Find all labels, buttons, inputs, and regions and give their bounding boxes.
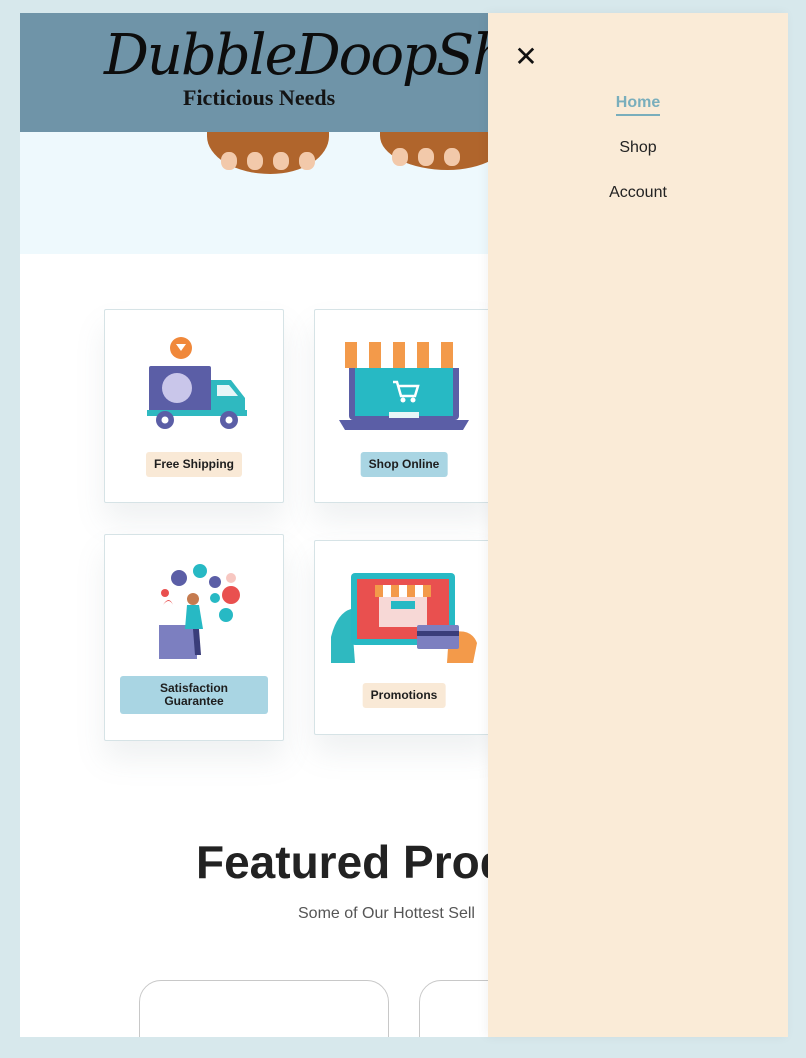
dog-paw-left-image xyxy=(207,132,329,174)
nav-item-account[interactable]: Account xyxy=(488,184,788,204)
nav-item-shop[interactable]: Shop xyxy=(488,139,788,159)
featured-products-subtitle: Some of Our Hottest Sell xyxy=(298,905,475,922)
feature-label-promotions: Promotions xyxy=(362,683,446,708)
feature-label-free-shipping: Free Shipping xyxy=(145,452,243,477)
nav-drawer: ✕ Home Shop Account xyxy=(488,13,788,1037)
nav-item-label: Account xyxy=(609,184,667,201)
feature-label-shop-online: Shop Online xyxy=(360,452,448,477)
logo-subtitle: Ficticious Needs xyxy=(183,85,336,110)
nav-item-home[interactable]: Home xyxy=(488,94,788,116)
feature-card-free-shipping: Free Shipping xyxy=(104,309,284,503)
nav-item-label: Home xyxy=(615,94,661,116)
close-icon[interactable]: ✕ xyxy=(514,43,538,71)
feature-card-promotions: Promotions xyxy=(314,540,494,735)
nav-item-label: Shop xyxy=(619,139,657,156)
tablet-store-icon xyxy=(331,573,477,663)
laptop-store-icon xyxy=(339,342,469,430)
delivery-truck-icon xyxy=(147,337,247,429)
happy-customer-icon xyxy=(159,564,240,659)
feature-label-satisfaction-guarantee: Satisfaction Guarantee xyxy=(120,676,268,714)
feature-card-satisfaction-guarantee: Satisfaction Guarantee xyxy=(104,534,284,741)
product-card[interactable] xyxy=(139,980,389,1037)
featured-products-heading: Featured Prod xyxy=(196,836,508,888)
feature-card-shop-online: Shop Online xyxy=(314,309,494,503)
